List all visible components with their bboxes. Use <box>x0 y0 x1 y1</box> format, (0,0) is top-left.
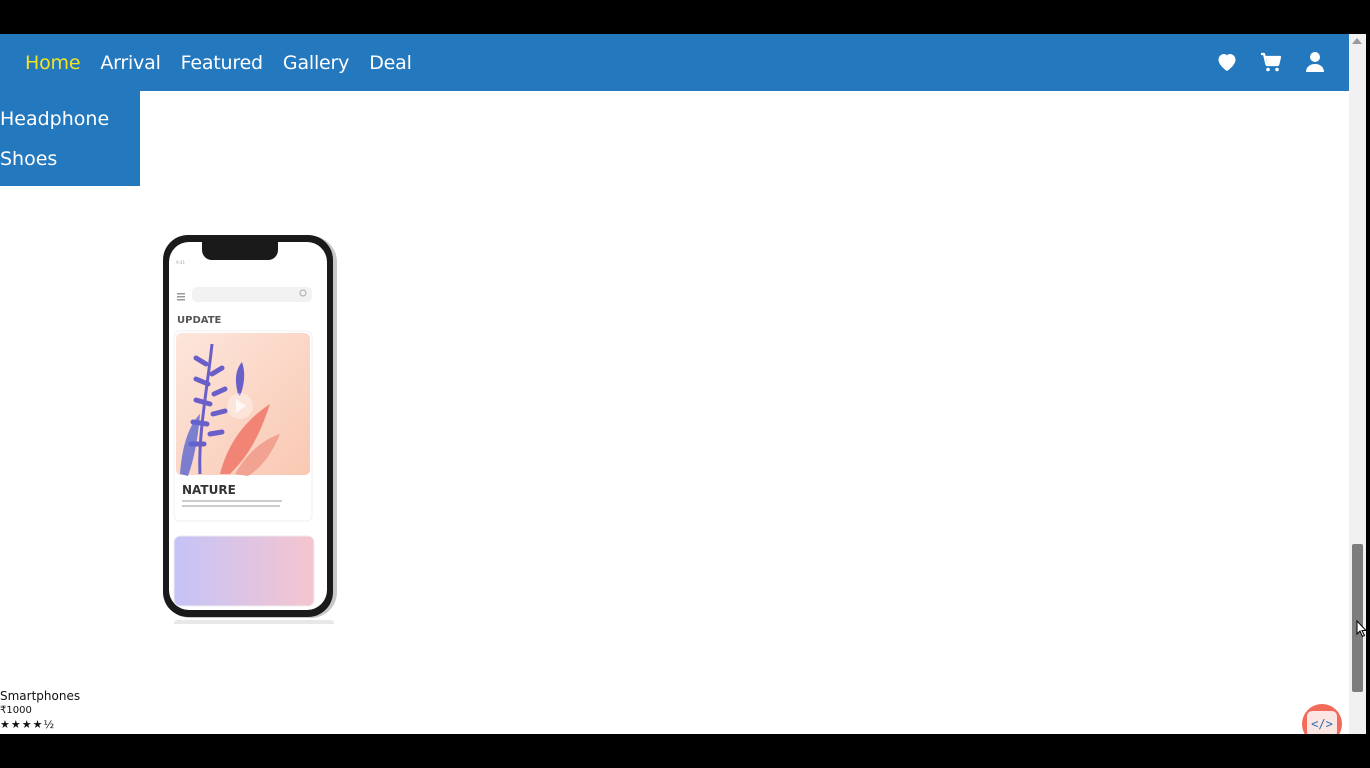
dropdown-item-shoes[interactable]: Shoes <box>0 139 140 179</box>
code-icon: </> <box>1307 711 1337 734</box>
nav-deal-link[interactable]: Deal <box>369 52 412 74</box>
svg-text:9:41: 9:41 <box>176 260 185 265</box>
product-price: ₹1000 <box>0 705 32 716</box>
scroll-up-arrow-icon[interactable] <box>1352 38 1362 44</box>
nav-featured-link[interactable]: Featured <box>181 52 263 74</box>
user-icon[interactable] <box>1303 50 1327 74</box>
heart-icon[interactable] <box>1215 50 1239 74</box>
nav-arrival-link[interactable]: Arrival <box>100 52 161 74</box>
scrollbar-thumb[interactable] <box>1352 544 1363 692</box>
cart-icon[interactable] <box>1259 50 1283 74</box>
smartphone-illustration: 9:41 UPDATE NATURE <box>163 235 337 626</box>
phone-nature-title: NATURE <box>182 483 236 497</box>
nav-gallery-link[interactable]: Gallery <box>283 52 349 74</box>
phone-update-label: UPDATE <box>177 315 222 326</box>
mouse-cursor-icon <box>1356 620 1368 638</box>
dropdown-hidden-item-fragment: ▔▔▔▔ <box>14 91 73 107</box>
category-dropdown: ▔▔▔▔ Headphone Shoes <box>0 91 140 186</box>
nav-links: Home Arrival Featured Gallery Deal <box>25 52 412 74</box>
top-navbar: Home Arrival Featured Gallery Deal <box>0 34 1349 91</box>
product-name: Smartphones <box>0 689 81 703</box>
page-viewport: Home Arrival Featured Gallery Deal ▔▔▔▔ … <box>0 34 1366 734</box>
smartphone-product-image[interactable]: 9:41 UPDATE NATURE <box>160 234 340 626</box>
code-badge-button[interactable]: </> <box>1302 704 1342 734</box>
nav-home-link[interactable]: Home <box>25 52 81 74</box>
product-rating-stars: ★★★★½ <box>0 718 56 731</box>
nav-icons <box>1215 50 1327 74</box>
